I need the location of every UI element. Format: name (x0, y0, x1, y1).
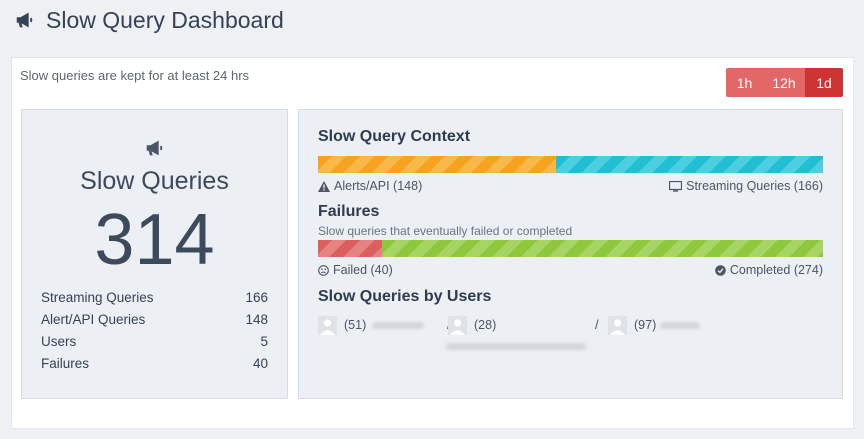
failures-bar (318, 240, 823, 257)
redacted-username[interactable] (372, 322, 424, 329)
avatar[interactable] (448, 316, 467, 335)
stat-label: Failures (41, 356, 90, 371)
stat-label: Alert/API Queries (41, 312, 146, 327)
failures-legend: Failed (40) Completed (274) (318, 263, 823, 277)
user-query-count: (97) (634, 318, 657, 332)
streaming-segment[interactable] (556, 156, 823, 173)
range-1h-button[interactable]: 1h (726, 68, 763, 97)
stat-value: 5 (260, 334, 268, 349)
check-circle-icon (715, 264, 726, 276)
user-icon (320, 319, 335, 335)
alerts-segment[interactable] (318, 156, 556, 173)
alerts-legend: Alerts/API (148) (318, 179, 422, 193)
avatar[interactable] (318, 316, 337, 335)
megaphone-icon (146, 140, 163, 156)
page-title: Slow Query Dashboard (46, 6, 284, 33)
details-panel: Slow Query Context Alerts/API (148) Stre… (298, 109, 843, 399)
redacted-username[interactable] (660, 322, 700, 329)
time-range-selector: 1h 12h 1d (726, 68, 843, 97)
user-icon (610, 319, 625, 335)
user-query-count: (28) (474, 318, 497, 332)
failed-legend: Failed (40) (318, 263, 393, 277)
user-separator: / (595, 317, 599, 332)
stat-value: 166 (245, 290, 268, 305)
stat-row-users: Users 5 (41, 331, 268, 353)
megaphone-icon (16, 12, 33, 28)
failures-subtitle: Slow queries that eventually failed or c… (318, 224, 573, 238)
completed-segment[interactable] (382, 240, 823, 257)
failures-title: Failures (318, 203, 380, 220)
context-title: Slow Query Context (318, 128, 471, 145)
slow-queries-summary: Slow Queries 314 Streaming Queries 166 A… (21, 109, 288, 399)
users-title: Slow Queries by Users (318, 288, 492, 305)
range-12h-button[interactable]: 12h (763, 68, 805, 97)
avatar[interactable] (608, 316, 627, 335)
stat-row-failures: Failures 40 (41, 353, 268, 375)
retention-notice: Slow queries are kept for at least 24 hr… (20, 68, 250, 83)
streaming-legend: Streaming Queries (166) (669, 179, 823, 193)
user-query-count: (51) (344, 318, 367, 332)
context-bar (318, 156, 823, 173)
completed-legend: Completed (274) (715, 263, 823, 277)
stat-label: Users (41, 334, 77, 349)
stat-row-alert-api: Alert/API Queries 148 (41, 309, 268, 331)
stat-value: 148 (245, 312, 268, 327)
summary-stats: Streaming Queries 166 Alert/API Queries … (41, 287, 268, 375)
context-legend: Alerts/API (148) Streaming Queries (166) (318, 179, 823, 193)
stat-row-streaming: Streaming Queries 166 (41, 287, 268, 309)
monitor-icon (669, 180, 683, 192)
range-1d-button[interactable]: 1d (805, 68, 843, 97)
failed-segment[interactable] (318, 240, 383, 257)
stat-value: 40 (252, 356, 268, 371)
user-icon (450, 319, 465, 335)
summary-title: Slow Queries (80, 167, 229, 195)
frown-icon (318, 264, 329, 276)
stat-label: Streaming Queries (41, 290, 154, 305)
warning-icon (318, 180, 330, 192)
slow-query-count: 314 (94, 200, 215, 280)
users-list: (51) / (28) / (97) (318, 316, 823, 356)
redacted-username[interactable] (446, 343, 586, 350)
page-header: Slow Query Dashboard (14, 4, 284, 36)
